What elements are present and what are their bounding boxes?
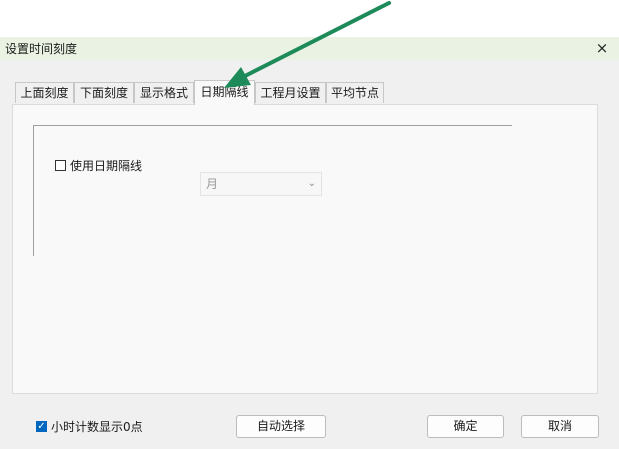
annotation-arrow-icon [224, 1, 391, 88]
